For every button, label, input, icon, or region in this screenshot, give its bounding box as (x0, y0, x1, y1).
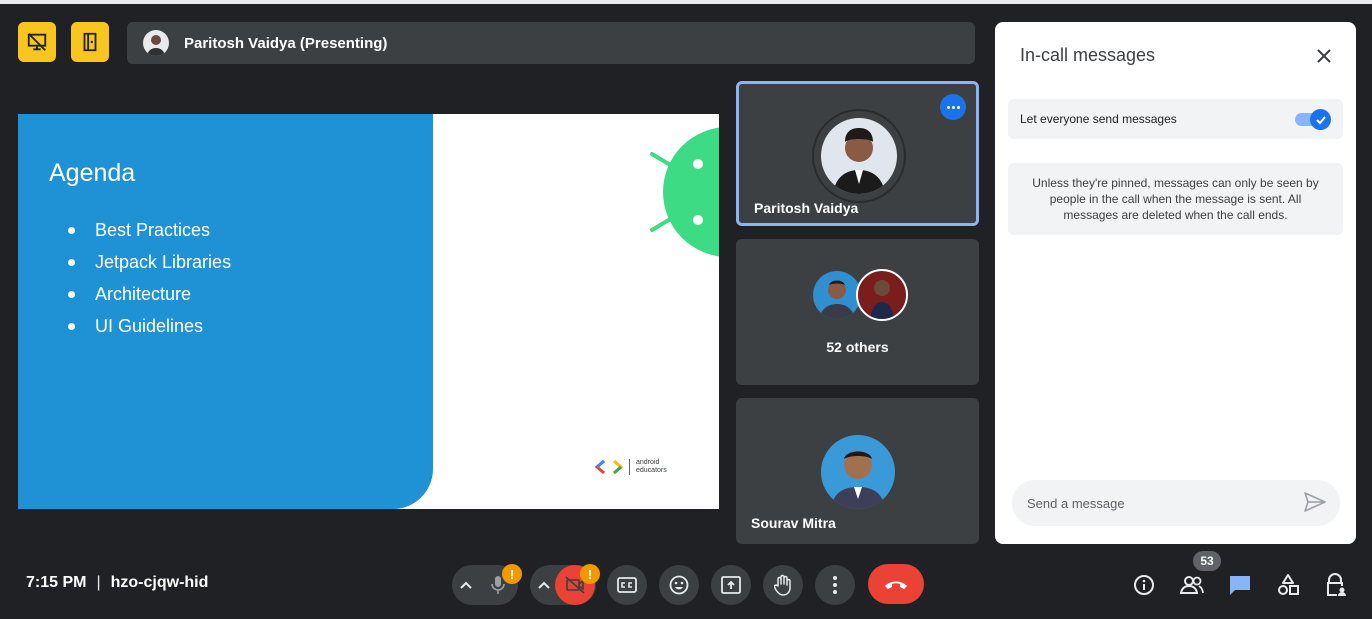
chevron-up-icon (538, 581, 550, 589)
slide-bullet-list: Best Practices Jetpack Libraries Archite… (68, 214, 231, 342)
camera-warning-badge: ! (580, 564, 600, 584)
participant-tile-others[interactable]: 52 others (736, 239, 979, 385)
close-panel-button[interactable] (1312, 44, 1336, 68)
info-icon (1134, 575, 1154, 595)
camera-options-button[interactable] (534, 575, 554, 595)
chat-icon (1230, 576, 1250, 595)
shapes-icon (1278, 574, 1299, 595)
leave-call-button[interactable] (868, 564, 924, 604)
logo-line-1: android (636, 459, 660, 466)
send-message-button[interactable] (1304, 492, 1328, 514)
more-options-button[interactable] (815, 565, 855, 605)
chevron-up-icon (460, 581, 472, 589)
participant-count-badge: 53 (1193, 551, 1221, 571)
more-vertical-icon (833, 576, 837, 594)
slide-title: Agenda (49, 159, 136, 187)
slide-bullet: Jetpack Libraries (68, 246, 231, 278)
presentation-slide: Agenda Best Practices Jetpack Libraries … (18, 114, 719, 509)
avatar (856, 269, 908, 321)
present-screen-icon (721, 576, 741, 594)
presenter-bar[interactable]: Paritosh Vaidya (Presenting) (127, 22, 975, 64)
door-exit-button[interactable] (71, 22, 109, 62)
participant-tile[interactable]: Sourav Mitra (736, 398, 979, 544)
slide-bullet: Best Practices (68, 214, 231, 246)
people-button[interactable] (1179, 572, 1205, 598)
others-count-label: 52 others (826, 339, 889, 355)
slide-bullet: UI Guidelines (68, 310, 231, 342)
closed-captions-icon (617, 577, 637, 593)
participant-tile-pinned[interactable]: Paritosh Vaidya (736, 81, 979, 226)
meeting-info-separator: | (96, 574, 101, 591)
meeting-info: 7:15 PM | hzo-cjqw-hid (26, 574, 208, 592)
meeting-details-button[interactable] (1131, 572, 1157, 598)
toggle-label: Let everyone send messages (1020, 112, 1177, 126)
message-compose-box (1012, 480, 1340, 526)
slide-bullet: Architecture (68, 278, 231, 310)
host-controls-button[interactable] (1323, 572, 1349, 598)
participant-name: Sourav Mitra (751, 515, 836, 531)
mic-warning-badge: ! (502, 564, 522, 584)
chat-button[interactable] (1227, 572, 1253, 598)
logo-line-2: educators (636, 467, 667, 474)
meeting-time: 7:15 PM (26, 574, 87, 591)
avatar (821, 118, 897, 194)
door-exit-icon (83, 32, 97, 52)
let-everyone-send-toggle[interactable] (1295, 109, 1331, 130)
raise-hand-button[interactable] (763, 565, 803, 605)
activities-button[interactable] (1275, 572, 1301, 598)
send-icon (1304, 492, 1326, 512)
presenter-avatar (143, 30, 169, 56)
panel-title: In-call messages (1020, 45, 1156, 65)
code-brackets-icon (595, 460, 623, 474)
presenter-label: Paritosh Vaidya (Presenting) (184, 34, 388, 52)
message-input[interactable] (1027, 495, 1287, 511)
close-icon (1317, 49, 1331, 63)
mic-options-button[interactable] (456, 575, 476, 595)
more-options-button[interactable] (940, 94, 966, 120)
in-call-messages-panel: In-call messages Let everyone send messa… (995, 22, 1356, 544)
avatar (821, 435, 895, 509)
reactions-button[interactable] (659, 565, 699, 605)
participant-name: Paritosh Vaidya (754, 200, 859, 216)
lock-person-icon (1327, 573, 1346, 596)
android-educators-logo: android educators (595, 459, 667, 475)
checkmark-icon (1315, 115, 1326, 124)
message-permission-row: Let everyone send messages (1008, 99, 1343, 139)
raise-hand-icon (774, 574, 791, 596)
avatar (813, 271, 861, 319)
message-notice: Unless they're pinned, messages can only… (1008, 163, 1343, 235)
captions-button[interactable] (607, 565, 647, 605)
meeting-code[interactable]: hzo-cjqw-hid (111, 574, 209, 592)
window-top-border (0, 0, 1372, 4)
presentation-off-button[interactable] (18, 22, 56, 62)
android-robot-icon (650, 127, 719, 257)
people-icon (1179, 576, 1204, 594)
present-now-button[interactable] (711, 565, 751, 605)
emoji-icon (669, 575, 689, 595)
phone-hangup-icon (885, 581, 907, 589)
presentation-off-icon (27, 33, 47, 51)
